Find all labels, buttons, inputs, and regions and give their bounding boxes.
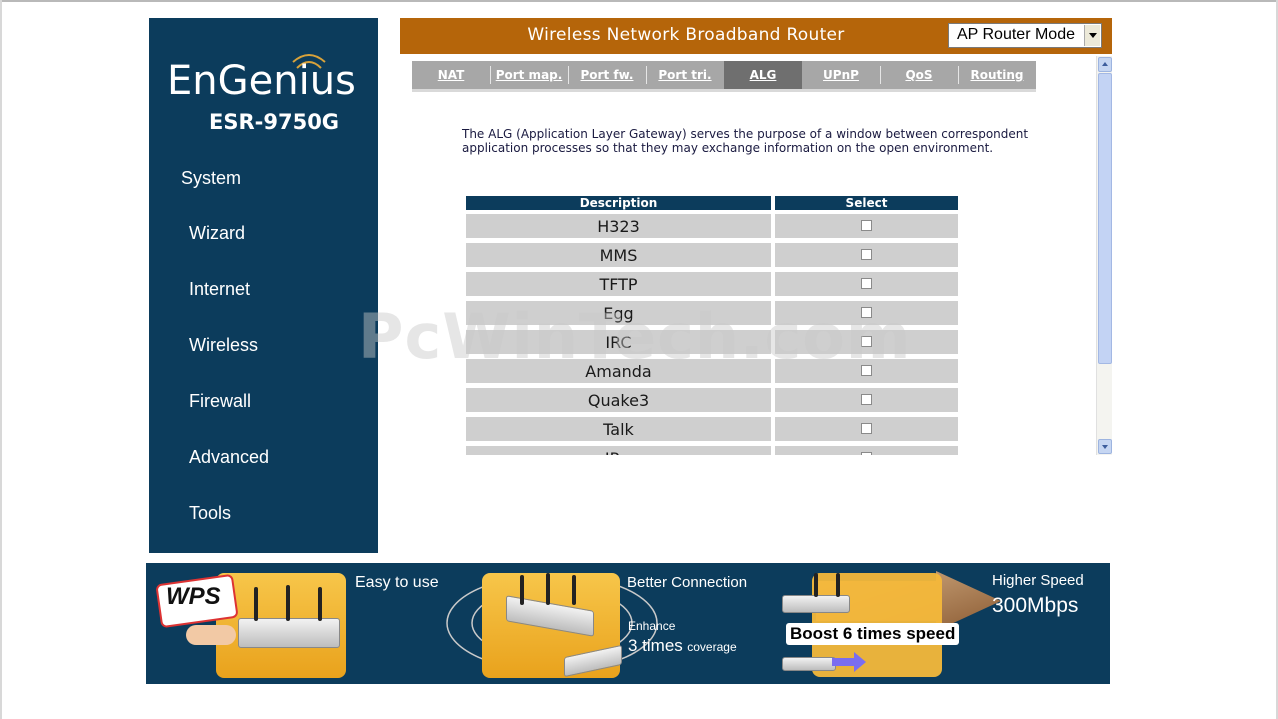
alg-table-viewport: Description Select H323 MMS TFTP Egg IRC…: [466, 196, 966, 455]
router-small-image: [782, 657, 836, 671]
tab-upnp[interactable]: UPnP: [802, 61, 880, 89]
checkbox-irc[interactable]: [861, 336, 872, 347]
router-antenna: [286, 585, 290, 621]
router-antenna: [318, 587, 322, 621]
checkbox-egg[interactable]: [861, 307, 872, 318]
tab-routing[interactable]: Routing: [958, 61, 1036, 89]
coverage-times: 3 times: [628, 636, 683, 655]
content-scrollbar[interactable]: [1096, 56, 1112, 455]
tab-port-map[interactable]: Port map.: [490, 61, 568, 89]
boost-speed-label: Boost 6 times speed: [786, 623, 960, 645]
promo-banner: WPS Easy to use Better Connection Enhanc…: [146, 563, 1110, 684]
checkbox-amanda[interactable]: [861, 365, 872, 376]
checkbox-quake3[interactable]: [861, 394, 872, 405]
checkbox-mms[interactable]: [861, 249, 872, 260]
router-image: [238, 618, 340, 648]
nav-item-advanced[interactable]: Advanced: [189, 447, 269, 468]
checkbox-h323[interactable]: [861, 220, 872, 231]
arrow-right-icon: [832, 652, 866, 672]
router-antenna: [572, 575, 576, 605]
table-row-name: MMS: [466, 243, 771, 267]
table-row-name: IP...: [466, 446, 771, 455]
table-row-select-cell: [775, 388, 958, 412]
easy-to-use-label: Easy to use: [355, 574, 439, 591]
nav-item-wizard[interactable]: Wizard: [189, 223, 245, 244]
router-antenna: [254, 587, 258, 621]
nav-item-tools[interactable]: Tools: [189, 503, 231, 524]
table-row-name: Amanda: [466, 359, 771, 383]
model-name: ESR-9750G: [209, 110, 340, 134]
table-row-select-cell: [775, 446, 958, 455]
tab-qos[interactable]: QoS: [880, 61, 958, 89]
table-row-name: Talk: [466, 417, 771, 441]
column-header-select: Select: [775, 196, 958, 210]
better-connection-label: Better Connection: [627, 574, 748, 591]
scroll-down-icon[interactable]: [1098, 439, 1112, 454]
tab-bar: NAT Port map. Port fw. Port tri. ALG UPn…: [412, 61, 1036, 89]
router-antenna: [520, 575, 524, 605]
table-row-name: Quake3: [466, 388, 771, 412]
router-image: [782, 595, 850, 613]
nav-item-wireless[interactable]: Wireless: [189, 335, 258, 356]
table-row-select-cell: [775, 330, 958, 354]
mode-select[interactable]: AP Router Mode: [948, 23, 1102, 48]
table-row-select-cell: [775, 359, 958, 383]
column-header-description: Description: [466, 196, 771, 210]
checkbox-tftp[interactable]: [861, 278, 872, 289]
tab-port-fw[interactable]: Port fw.: [568, 61, 646, 89]
mode-select-value: AP Router Mode: [957, 26, 1075, 43]
brand-logo: EnGenius: [167, 58, 356, 104]
sidebar: EnGenius ESR-9750G System Wizard Interne…: [149, 18, 378, 553]
checkbox-talk[interactable]: [861, 423, 872, 434]
scrollbar-thumb[interactable]: [1098, 73, 1112, 364]
header-bar: Wireless Network Broadband Router AP Rou…: [400, 18, 1112, 54]
router-antenna: [814, 573, 818, 597]
coverage-text: 3 times coverage: [628, 636, 737, 656]
enhance-label: Enhance: [628, 619, 676, 633]
table-row-select-cell: [775, 243, 958, 267]
hand-image: [186, 625, 236, 645]
nav-item-internet[interactable]: Internet: [189, 279, 250, 300]
higher-speed-label: Higher Speed: [992, 572, 1084, 589]
window-top-border: [0, 0, 1278, 2]
tab-bar-shadow: [412, 89, 1036, 92]
table-row-name: IRC: [466, 330, 771, 354]
table-row-select-cell: [775, 214, 958, 238]
coverage-word: coverage: [687, 640, 737, 654]
router-antenna: [546, 573, 550, 605]
page-title: Wireless Network Broadband Router: [527, 25, 845, 45]
speed-value: 300Mbps: [992, 594, 1079, 617]
chevron-down-icon[interactable]: [1084, 25, 1100, 46]
table-row-select-cell: [775, 417, 958, 441]
wps-label: WPS: [166, 583, 221, 610]
scroll-up-icon[interactable]: [1098, 57, 1112, 72]
window-left-border: [0, 0, 2, 719]
table-row-name: TFTP: [466, 272, 771, 296]
table-row-select-cell: [775, 272, 958, 296]
tab-nat[interactable]: NAT: [412, 61, 490, 89]
table-row-name: Egg: [466, 301, 771, 325]
nav-item-firewall[interactable]: Firewall: [189, 391, 251, 412]
nav-item-system[interactable]: System: [181, 168, 241, 189]
table-row-select-cell: [775, 301, 958, 325]
tab-port-tri[interactable]: Port tri.: [646, 61, 724, 89]
tab-alg[interactable]: ALG: [724, 61, 802, 89]
checkbox-ip[interactable]: [861, 452, 872, 455]
table-row-name: H323: [466, 214, 771, 238]
alg-description: The ALG (Application Layer Gateway) serv…: [462, 127, 1029, 155]
router-antenna: [836, 573, 840, 597]
